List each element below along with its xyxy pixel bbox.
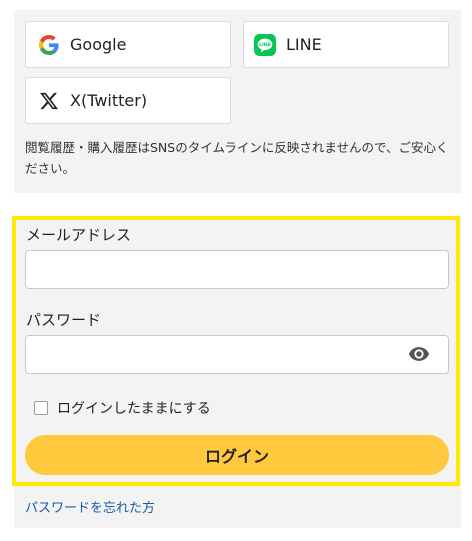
google-login-button[interactable]: Google [25, 21, 231, 68]
password-label: パスワード [26, 311, 102, 329]
remember-me-label: ログインしたままにする [57, 401, 211, 417]
email-label: メールアドレス [26, 226, 132, 244]
x-login-label: X(Twitter) [70, 91, 148, 110]
forgot-password-link[interactable]: パスワードを忘れた方 [25, 497, 155, 516]
email-field[interactable] [25, 250, 449, 289]
line-icon: LINE [254, 33, 276, 56]
line-icon-text: LINE [259, 42, 271, 48]
google-icon [38, 34, 60, 56]
password-field[interactable] [25, 335, 449, 374]
x-login-button[interactable]: X(Twitter) [25, 77, 231, 124]
sns-notice-text: 閲覧履歴・購入履歴はSNSのタイムラインに反映されませんので、ご安心ください。 [25, 140, 449, 176]
x-icon [38, 90, 60, 112]
line-login-label: LINE [286, 35, 322, 54]
remember-me-option[interactable]: ログインしたままにする [34, 398, 211, 418]
login-button[interactable]: ログイン [25, 435, 449, 475]
line-login-button[interactable]: LINE LINE [243, 21, 449, 68]
social-login-panel: Google LINE LINE X(Twitter) 閲覧履歴・購入履歴はSN… [14, 10, 461, 193]
eye-icon[interactable] [406, 343, 432, 365]
google-login-label: Google [70, 35, 127, 54]
remember-me-checkbox[interactable] [34, 401, 48, 415]
